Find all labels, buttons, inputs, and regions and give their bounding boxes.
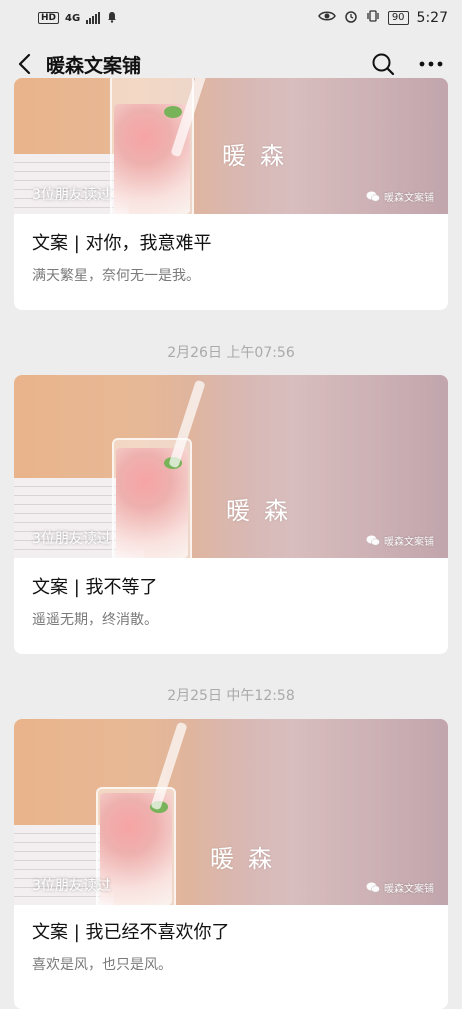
nav-actions bbox=[366, 47, 448, 81]
notification-bell-icon bbox=[106, 11, 118, 26]
watermark-text: 暖森文案铺 bbox=[384, 884, 434, 895]
alarm-icon bbox=[344, 9, 358, 27]
more-options-icon[interactable] bbox=[414, 47, 448, 81]
article-card[interactable]: 暖森 3位朋友读过 暖森文案铺 文案 | 我已经不喜欢你了 喜欢是风，也只是风。 bbox=[14, 719, 448, 1009]
vibrate-icon bbox=[366, 9, 380, 27]
watermark-text: 暖森文案铺 bbox=[384, 537, 434, 548]
watermark-text: 暖森文案铺 bbox=[384, 193, 434, 204]
cover-caption: 暖森 bbox=[226, 497, 302, 525]
network-type: 4G bbox=[65, 12, 81, 24]
article-title: 文案 | 对你，我意难平 bbox=[32, 233, 212, 254]
cover-caption: 暖森 bbox=[222, 142, 298, 170]
battery-icon: 90 bbox=[387, 11, 409, 25]
page-title: 暖森文案铺 bbox=[46, 54, 142, 77]
cover-caption: 暖森 bbox=[210, 845, 286, 873]
article-card[interactable]: 暖森 3位朋友读过 暖森文案铺 文案 | 我不等了 遥遥无期，终消散。 bbox=[14, 375, 448, 654]
article-card[interactable]: 暖森 3位朋友读过 暖森文案铺 文案 | 对你，我意难平 满天繁星，奈何无一是我… bbox=[14, 78, 448, 310]
timestamp: 2月26日 上午07:56 bbox=[167, 345, 295, 361]
article-cover-image: 暖森 3位朋友读过 暖森文案铺 bbox=[14, 375, 448, 558]
article-cover-image: 暖森 3位朋友读过 暖森文案铺 bbox=[14, 719, 448, 905]
signal-icon bbox=[86, 12, 101, 24]
article-title: 文案 | 我不等了 bbox=[32, 577, 158, 598]
article-summary: 遥遥无期，终消散。 bbox=[32, 612, 158, 628]
status-right: 90 5:27 bbox=[317, 9, 448, 27]
battery-level: 90 bbox=[391, 12, 405, 23]
watermark: 暖森文案铺 bbox=[366, 880, 434, 895]
hd-badge: HD bbox=[38, 12, 60, 24]
status-bar: HD 4G 90 5:27 bbox=[0, 0, 462, 36]
search-icon[interactable] bbox=[366, 47, 400, 81]
wechat-icon bbox=[366, 882, 380, 893]
wechat-icon bbox=[366, 535, 380, 546]
wechat-icon bbox=[366, 191, 380, 202]
friends-read-count: 3位朋友读过 bbox=[32, 187, 111, 203]
article-title: 文案 | 我已经不喜欢你了 bbox=[32, 922, 230, 943]
status-indicators: HD 4G bbox=[38, 11, 118, 26]
watermark: 暖森文案铺 bbox=[366, 189, 434, 204]
eye-icon bbox=[317, 10, 336, 26]
watermark: 暖森文案铺 bbox=[366, 533, 434, 548]
article-cover-image: 暖森 3位朋友读过 暖森文案铺 bbox=[14, 78, 448, 214]
article-summary: 喜欢是风，也只是风。 bbox=[32, 957, 172, 973]
timestamp: 2月25日 中午12:58 bbox=[167, 688, 295, 704]
article-summary: 满天繁星，奈何无一是我。 bbox=[32, 268, 200, 284]
friends-read-count: 3位朋友读过 bbox=[32, 878, 111, 894]
clock: 5:27 bbox=[416, 10, 448, 26]
friends-read-count: 3位朋友读过 bbox=[32, 531, 111, 547]
